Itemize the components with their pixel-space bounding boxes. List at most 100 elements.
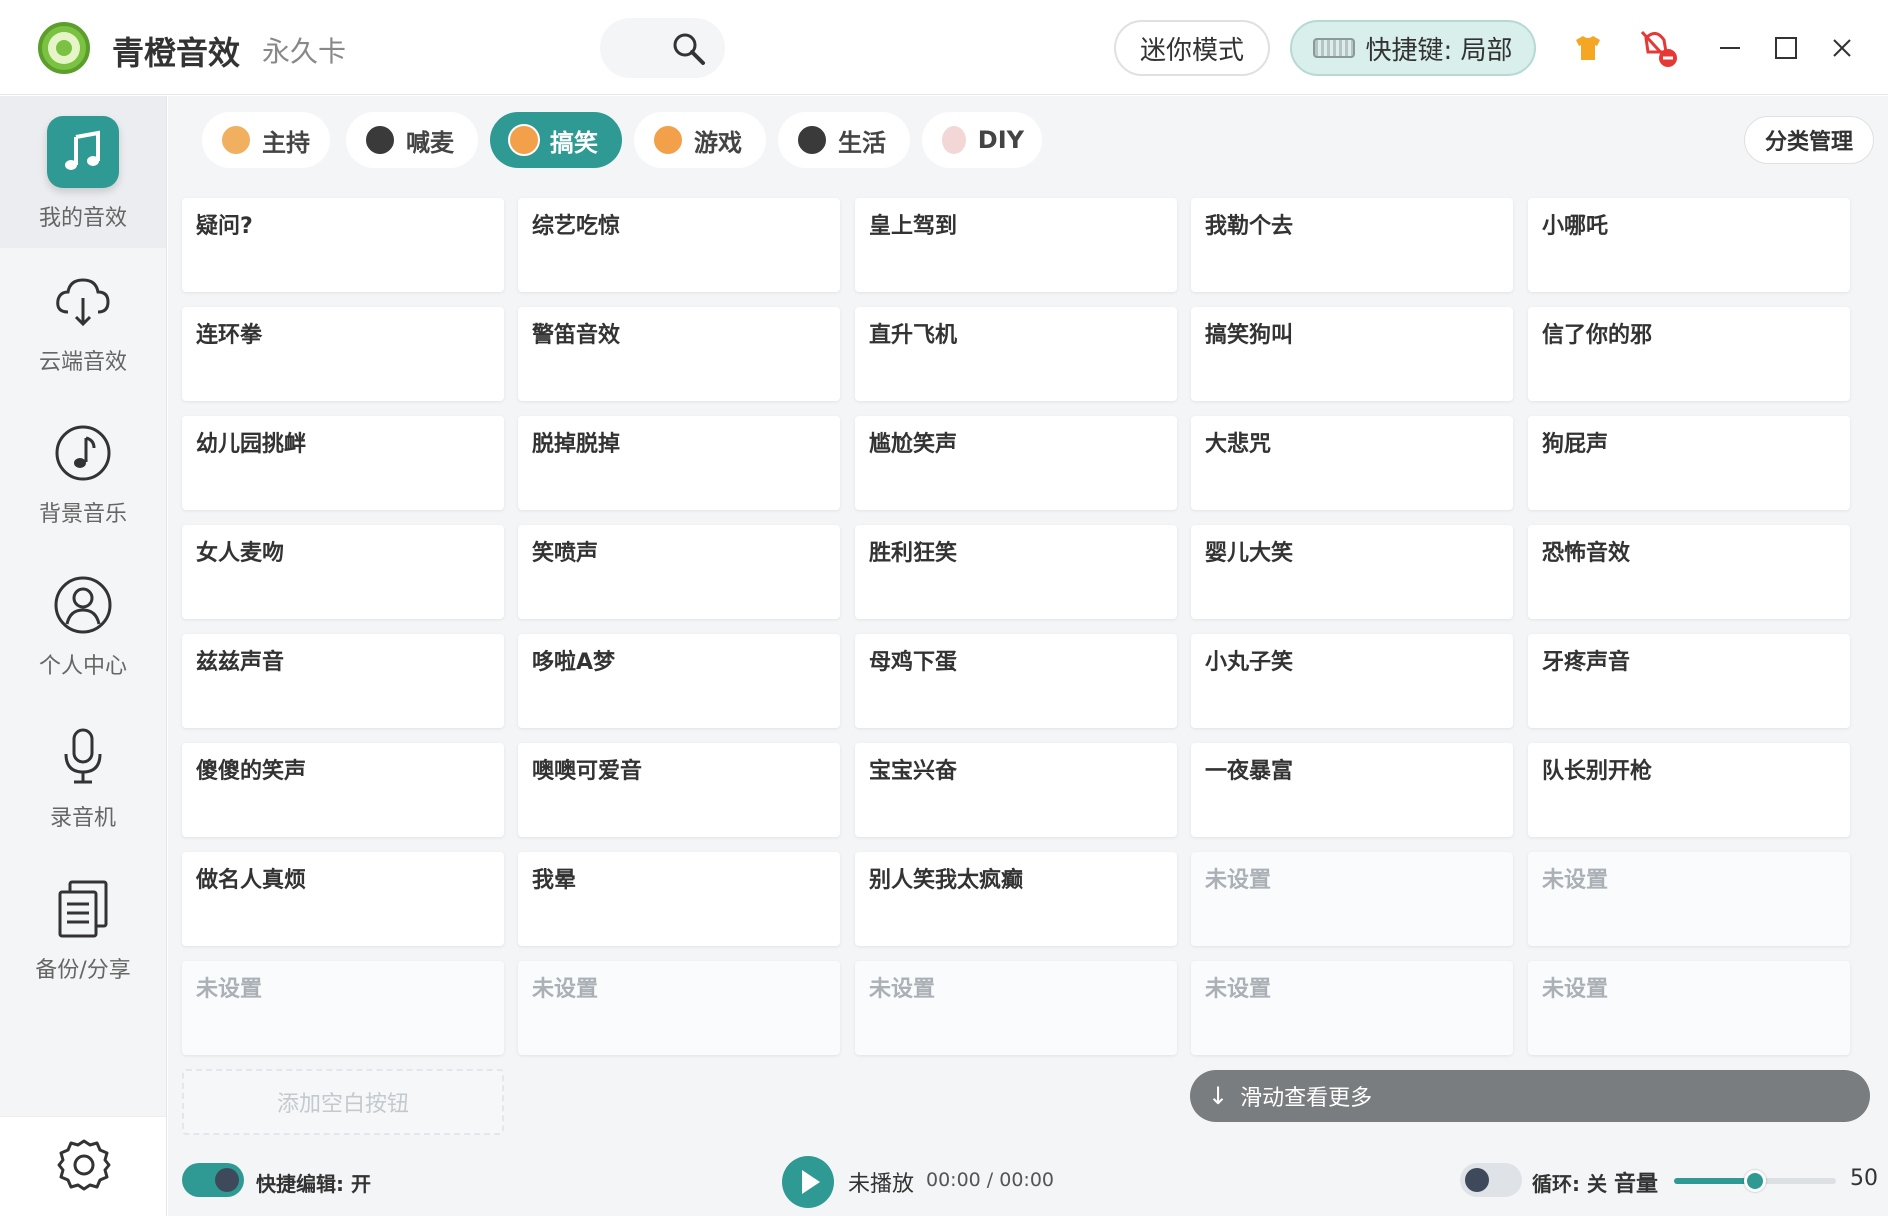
sound-button[interactable]: 大悲咒 xyxy=(1191,416,1513,510)
sidebar-item-label: 背景音乐 xyxy=(38,502,127,527)
sound-button[interactable]: 狗屁声 xyxy=(1528,416,1850,510)
music-circle-icon xyxy=(55,425,111,481)
hotkey-button[interactable]: 快捷键: 局部 xyxy=(1290,20,1536,76)
sound-button[interactable]: 牙疼声音 xyxy=(1528,634,1850,728)
sound-button[interactable]: 综艺吃惊 xyxy=(518,198,840,292)
sound-button[interactable]: 未设置 xyxy=(1528,961,1850,1055)
volume-fill xyxy=(1674,1178,1755,1184)
search-icon[interactable] xyxy=(670,30,706,66)
volume-label: 音量 xyxy=(1614,1172,1659,1197)
toggle-knob xyxy=(215,1168,239,1192)
tab-5[interactable]: DIY xyxy=(922,112,1042,168)
sound-button[interactable]: 未设置 xyxy=(518,961,840,1055)
sound-button[interactable]: 队长别开枪 xyxy=(1528,743,1850,837)
category-manage-button[interactable]: 分类管理 xyxy=(1744,116,1874,164)
sound-button[interactable]: 未设置 xyxy=(855,961,1177,1055)
sound-button[interactable]: 兹兹声音 xyxy=(182,634,504,728)
tab-4[interactable]: 生活 xyxy=(778,112,910,168)
sound-button[interactable]: 宝宝兴奋 xyxy=(855,743,1177,837)
sidebar-item-label: 我的音效 xyxy=(38,206,127,231)
sidebar-item-cloud-sounds[interactable]: 云端音效 xyxy=(0,248,166,400)
minimize-icon[interactable] xyxy=(1712,30,1748,66)
loop-toggle[interactable] xyxy=(1460,1163,1522,1197)
microphone-icon xyxy=(64,728,102,784)
dog-face-icon xyxy=(220,124,252,156)
sidebar-item-background-music[interactable]: 背景音乐 xyxy=(0,400,166,552)
sidebar-item-label: 备份/分享 xyxy=(35,958,131,983)
sound-button[interactable]: 脱掉脱掉 xyxy=(518,416,840,510)
play-button[interactable] xyxy=(782,1156,834,1208)
sound-button[interactable]: 别人笑我太疯癫 xyxy=(855,852,1177,946)
volume-handle[interactable] xyxy=(1744,1170,1766,1192)
sound-button[interactable]: 未设置 xyxy=(1528,852,1850,946)
sound-button[interactable]: 做名人真烦 xyxy=(182,852,504,946)
loop-label: 循环: 关 xyxy=(1532,1172,1607,1196)
tab-label: 游戏 xyxy=(694,128,742,157)
app-logo xyxy=(38,22,90,74)
sound-button[interactable]: 傻傻的笑声 xyxy=(182,743,504,837)
tab-3[interactable]: 游戏 xyxy=(634,112,766,168)
sound-button[interactable]: 小哪吒 xyxy=(1528,198,1850,292)
quick-edit-label: 快捷编辑: 开 xyxy=(256,1172,371,1196)
tab-1[interactable]: 喊麦 xyxy=(346,112,478,168)
sound-button[interactable]: 未设置 xyxy=(182,961,504,1055)
sound-button[interactable]: 恐怖音效 xyxy=(1528,525,1850,619)
sound-button[interactable]: 我勒个去 xyxy=(1191,198,1513,292)
tab-2[interactable]: 搞笑 xyxy=(490,112,622,168)
sidebar-item-label: 录音机 xyxy=(49,806,116,831)
sound-button[interactable]: 幼儿园挑衅 xyxy=(182,416,504,510)
shiba-face-icon xyxy=(652,124,684,156)
scroll-more-hint[interactable]: ↓ 滑动查看更多 xyxy=(1190,1070,1870,1122)
sidebar-item-personal-center[interactable]: 个人中心 xyxy=(0,552,166,704)
sound-button[interactable]: 连环拳 xyxy=(182,307,504,401)
hotkey-label: 快捷键: 局部 xyxy=(1365,35,1513,66)
sound-button[interactable]: 噢噢可爱音 xyxy=(518,743,840,837)
tab-label: 主持 xyxy=(262,128,310,157)
sound-button[interactable]: 笑喷声 xyxy=(518,525,840,619)
tab-label: 搞笑 xyxy=(550,128,598,157)
sound-button[interactable]: 警笛音效 xyxy=(518,307,840,401)
sound-button[interactable]: 未设置 xyxy=(1191,852,1513,946)
sound-button[interactable]: 皇上驾到 xyxy=(855,198,1177,292)
sound-button[interactable]: 小丸子笑 xyxy=(1191,634,1513,728)
sound-button[interactable]: 直升飞机 xyxy=(855,307,1177,401)
gear-icon[interactable] xyxy=(56,1137,112,1193)
sound-button[interactable]: 信了你的邪 xyxy=(1528,307,1850,401)
main-content: 主持 喊麦 搞笑 游戏 生活 DIY 分类管理 疑问? 综艺吃惊 皇上驾到 我勒个去 小哪吒连环拳… xyxy=(168,96,1888,1216)
sound-button[interactable]: 母鸡下蛋 xyxy=(855,634,1177,728)
user-icon xyxy=(54,576,112,634)
notification-off-icon[interactable] xyxy=(1636,28,1678,68)
sidebar: 我的音效 云端音效 背景音乐 个人中心 录音机 备份/分享 xyxy=(0,96,167,1216)
music-note-icon xyxy=(47,116,119,188)
sidebar-item-backup-share[interactable]: 备份/分享 xyxy=(0,856,166,1008)
sound-button[interactable]: 哆啦A梦 xyxy=(518,634,840,728)
sound-button[interactable]: 疑问? xyxy=(182,198,504,292)
sound-button[interactable]: 一夜暴富 xyxy=(1191,743,1513,837)
sidebar-item-my-sounds[interactable]: 我的音效 xyxy=(0,96,166,248)
search-box[interactable] xyxy=(600,18,725,78)
sound-button[interactable]: 女人麦吻 xyxy=(182,525,504,619)
sidebar-item-label: 云端音效 xyxy=(38,350,127,375)
tab-label: 生活 xyxy=(838,128,886,157)
license-type: 永久卡 xyxy=(262,35,347,68)
sound-button[interactable]: 搞笑狗叫 xyxy=(1191,307,1513,401)
shiba-face-icon xyxy=(508,124,540,156)
sound-button[interactable]: 我晕 xyxy=(518,852,840,946)
tab-label: 喊麦 xyxy=(406,128,454,157)
sidebar-item-recorder[interactable]: 录音机 xyxy=(0,704,166,856)
sound-button[interactable]: 婴儿大笑 xyxy=(1191,525,1513,619)
maximize-icon[interactable] xyxy=(1768,30,1804,66)
husky-face-icon xyxy=(364,124,396,156)
sound-button[interactable]: 未设置 xyxy=(1191,961,1513,1055)
app-name: 青橙音效 xyxy=(112,34,241,72)
sound-button[interactable]: 胜利狂笑 xyxy=(855,525,1177,619)
title-bar: 青橙音效 永久卡 迷你模式 快捷键: 局部 xyxy=(0,0,1888,95)
husky-face-icon xyxy=(796,124,828,156)
close-icon[interactable] xyxy=(1824,30,1860,66)
add-blank-button[interactable]: 添加空白按钮 xyxy=(182,1069,504,1135)
mini-mode-button[interactable]: 迷你模式 xyxy=(1114,20,1270,76)
tab-0[interactable]: 主持 xyxy=(202,112,330,168)
sound-button[interactable]: 尴尬笑声 xyxy=(855,416,1177,510)
quick-edit-toggle[interactable] xyxy=(182,1163,244,1197)
tshirt-icon[interactable] xyxy=(1572,32,1604,64)
